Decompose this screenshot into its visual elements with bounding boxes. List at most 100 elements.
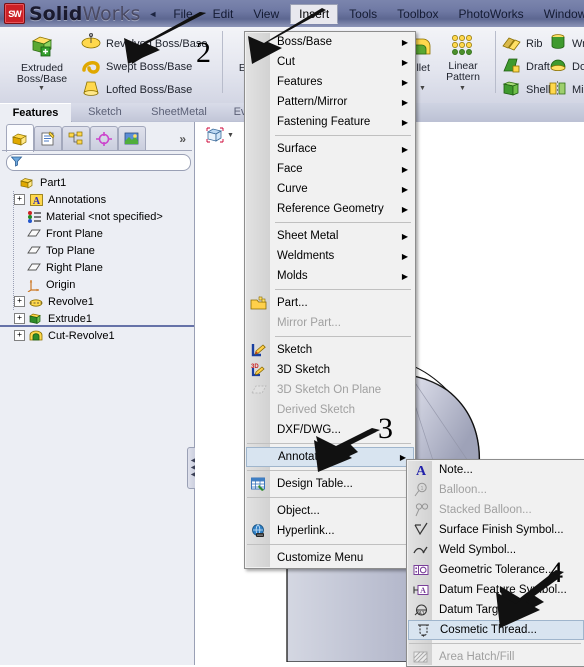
menu-item-sheet-metal[interactable]: Sheet Metal ▶ — [245, 226, 415, 246]
tree-item-revolve1[interactable]: + Revolve1 — [4, 293, 192, 310]
linear-pattern-icon — [436, 33, 490, 61]
tree-item-cut-revolve1[interactable]: + Cut-Revolve1 — [4, 327, 192, 344]
mirror-button[interactable]: Mirr — [548, 79, 584, 100]
ribbon-separator-2 — [495, 31, 496, 93]
feature-tree-filter[interactable] — [6, 154, 191, 171]
menu-item-label: 3D Sketch On Plane — [277, 384, 382, 396]
menu-item-label: Customize Menu — [277, 552, 364, 564]
menu-item-surface[interactable]: Surface ▶ — [245, 139, 415, 159]
submenu-item-area-hatch-fill: Area Hatch/Fill — [407, 647, 584, 666]
submenu-item-surface-finish-symbol[interactable]: Surface Finish Symbol... — [407, 520, 584, 540]
menu-item-reference-geometry[interactable]: Reference Geometry ▶ — [245, 199, 415, 219]
feature-manager-tab[interactable] — [6, 124, 34, 152]
linear-pattern-dropdown-icon[interactable]: ▼ — [459, 85, 466, 92]
tree-item-material[interactable]: Material <not specified> — [4, 208, 192, 225]
svg-text:A: A — [32, 196, 40, 207]
configuration-manager-tab[interactable] — [62, 126, 90, 151]
menu-item-part[interactable]: Part... — [245, 293, 415, 313]
tree-expand-toggle[interactable]: + — [14, 330, 25, 341]
filter-funnel-icon — [10, 155, 23, 170]
svg-text:1: 1 — [420, 486, 423, 492]
tree-item-top-plane[interactable]: Top Plane — [4, 242, 192, 259]
draft-button[interactable]: Draft — [500, 56, 550, 77]
menu-separator — [275, 336, 411, 337]
shell-label: Shell — [526, 83, 551, 96]
menu-tools[interactable]: Tools — [340, 4, 386, 24]
menu-item-molds[interactable]: Molds ▶ — [245, 266, 415, 286]
menu-item-fastening-feature[interactable]: Fastening Feature ▶ — [245, 112, 415, 132]
3d-sketch-icon: 3D — [249, 361, 268, 379]
menu-item-face[interactable]: Face ▶ — [245, 159, 415, 179]
menu-photoworks[interactable]: PhotoWorks — [450, 4, 533, 24]
menu-item-pattern-mirror[interactable]: Pattern/Mirror ▶ — [245, 92, 415, 112]
submenu-item-note[interactable]: A Note... — [407, 460, 584, 480]
dimxpert-manager-tab[interactable] — [90, 126, 118, 151]
tree-item-origin[interactable]: Origin — [4, 276, 192, 293]
callout-arrow-4 — [496, 570, 564, 628]
zoom-to-fit-dropdown-icon[interactable]: ▼ — [227, 132, 234, 139]
menu-item-weldments[interactable]: Weldments ▶ — [245, 246, 415, 266]
menu-item-customize-menu[interactable]: Customize Menu — [245, 548, 415, 568]
menu-separator — [275, 135, 411, 136]
wrap-button[interactable]: Wra — [548, 33, 584, 54]
plane-icon — [26, 260, 42, 275]
menu-item-features[interactable]: Features ▶ — [245, 72, 415, 92]
fillet-dropdown-icon[interactable]: ▼ — [419, 85, 426, 92]
tree-item-right-plane[interactable]: Right Plane — [4, 259, 192, 276]
menu-item-label: Hyperlink... — [277, 525, 335, 537]
dome-button[interactable]: Dom — [548, 56, 584, 77]
tree-expand-toggle[interactable]: + — [14, 194, 25, 205]
menu-item-label: Pattern/Mirror — [277, 96, 348, 108]
rib-button[interactable]: Rib — [500, 33, 543, 54]
shell-button[interactable]: Shell — [500, 79, 550, 100]
menu-item-3d-sketch[interactable]: 3D 3D Sketch — [245, 360, 415, 380]
extruded-boss-base-dropdown-icon[interactable]: ▼ — [38, 85, 45, 92]
wrap-label: Wra — [572, 37, 584, 50]
tree-item-annotations[interactable]: + A Annotations — [4, 191, 192, 208]
menu-item-curve[interactable]: Curve ▶ — [245, 179, 415, 199]
tree-expand-toggle[interactable]: + — [14, 313, 25, 324]
menu-item-label: Surface — [277, 143, 317, 155]
menu-separator — [275, 289, 411, 290]
hyperlink-icon — [249, 522, 268, 540]
menu-item-hyperlink[interactable]: Hyperlink... — [245, 521, 415, 541]
chevron-right-icon: ▶ — [401, 204, 408, 214]
menu-toolbox[interactable]: Toolbox — [388, 4, 447, 24]
tree-label: Front Plane — [46, 227, 103, 240]
menu-item-object[interactable]: Object... — [245, 501, 415, 521]
menu-item-label: Sheet Metal — [277, 230, 339, 242]
mirror-label: Mirr — [572, 83, 584, 96]
tree-item-part1[interactable]: Part1 — [4, 174, 192, 191]
tab-features[interactable]: Features — [0, 103, 72, 122]
tab-sketch[interactable]: Sketch — [71, 103, 140, 121]
tree-expand-toggle[interactable]: + — [14, 296, 25, 307]
tree-label: Extrude1 — [48, 312, 93, 325]
menu-window[interactable]: Window — [535, 4, 584, 24]
extruded-boss-base-icon — [8, 33, 76, 63]
property-manager-tab[interactable] — [34, 126, 62, 151]
submenu-item-label: Stacked Balloon... — [439, 504, 532, 516]
zoom-to-fit-button[interactable]: ▼ — [205, 126, 234, 144]
feature-tree-filter-input[interactable] — [23, 155, 182, 170]
extruded-boss-base-button[interactable]: Extruded Boss/Base — [8, 33, 76, 86]
feature-manager-more-tabs[interactable]: » — [179, 132, 186, 146]
lofted-boss-base-button[interactable]: Lofted Boss/Base — [80, 79, 192, 100]
tab-sheetmetal[interactable]: SheetMetal — [139, 103, 220, 121]
balloon-icon: 1 — [411, 481, 430, 499]
stacked-balloon-icon — [411, 501, 430, 519]
menu-separator — [247, 497, 411, 498]
rollback-bar[interactable] — [0, 325, 194, 327]
rib-label: Rib — [526, 37, 543, 50]
menu-item-label: Reference Geometry — [277, 203, 384, 215]
linear-pattern-button[interactable]: Linear Pattern — [436, 33, 490, 84]
callout-arrow-2 — [248, 8, 326, 64]
chevron-right-icon: ▶ — [401, 37, 408, 47]
menu-item-sketch[interactable]: Sketch — [245, 340, 415, 360]
menu-item-label: Weldments — [277, 250, 335, 262]
tree-label: Revolve1 — [48, 295, 94, 308]
insert-part-icon — [249, 294, 268, 312]
surface-finish-icon — [411, 521, 430, 539]
tree-item-front-plane[interactable]: Front Plane — [4, 225, 192, 242]
display-manager-tab[interactable] — [118, 126, 146, 151]
menu-item-label: Mirror Part... — [277, 317, 341, 329]
